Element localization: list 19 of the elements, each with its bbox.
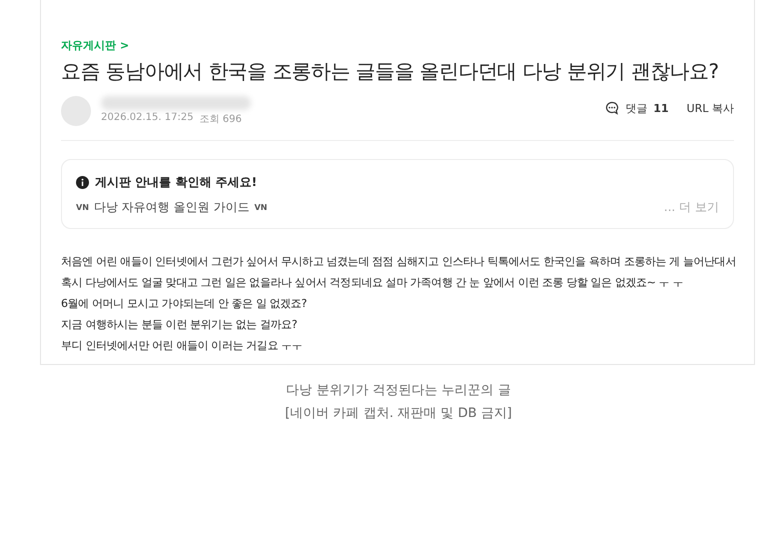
- guide-link[interactable]: 다낭 자유여행 올인원 가이드: [94, 199, 250, 216]
- flag-label: VN: [254, 203, 268, 212]
- view-count: 조회 696: [199, 113, 242, 126]
- comment-icon[interactable]: [605, 101, 620, 115]
- body-paragraph: 처음엔 어린 애들이 인터넷에서 그런가 싶어서 무시하고 넘겼는데 점점 심해지고 인스타나 틱톡에서도 한국인을 욕하며 조롱하는 게 늘어난대서: [61, 254, 737, 270]
- post-title: 요즘 동남아에서 한국을 조롱하는 글들을 올린다던대 다낭 분위기 괜찮나요?: [61, 58, 720, 85]
- body-paragraph: 혹시 다낭에서도 얼굴 맞대고 그런 일은 없을라나 싶어서 걱정되네요 설마 가족여행 간 눈 앞에서 이런 조롱 당할 일은 없겠죠~ ㅜ ㅜ: [61, 275, 684, 291]
- body-paragraph: 지금 여행하시는 분들 이런 분위기는 없는 걸까요?: [61, 317, 298, 333]
- info-icon: [76, 176, 89, 189]
- url-copy-link[interactable]: URL 복사: [686, 100, 734, 116]
- notice-heading: 게시판 안내를 확인해 주세요!: [95, 174, 258, 191]
- post-date: 2026.02.15. 17:25: [101, 112, 194, 125]
- body-paragraph: 6월에 어머니 모시고 가야되는데 안 좋은 일 없겠죠?: [61, 296, 308, 312]
- image-caption: [네이버 카페 캡처. 재판매 및 DB 금지]: [284, 405, 513, 423]
- comments-label[interactable]: 댓글: [625, 100, 648, 116]
- flag-label: VN: [76, 203, 89, 212]
- image-caption: 다낭 분위기가 걱정된다는 누리꾼의 글: [285, 382, 512, 400]
- comments-count: 11: [653, 102, 669, 114]
- body-paragraph: 부디 인터넷에서만 어린 애들이 이러는 거길요 ㅜㅜ: [61, 338, 304, 354]
